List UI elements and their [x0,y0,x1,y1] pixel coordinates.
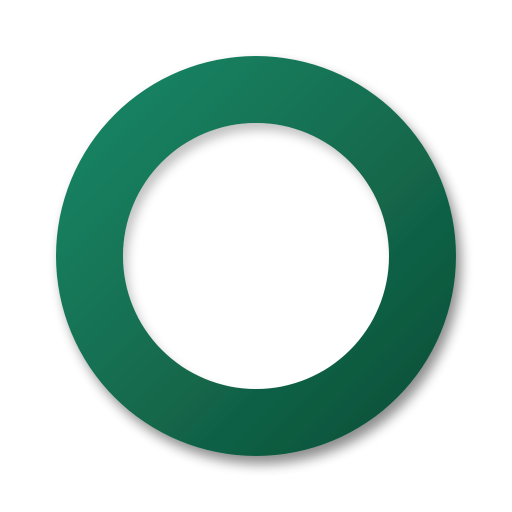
ring-icon [56,56,456,456]
icon-canvas [0,0,512,512]
ring-hole [123,123,389,389]
